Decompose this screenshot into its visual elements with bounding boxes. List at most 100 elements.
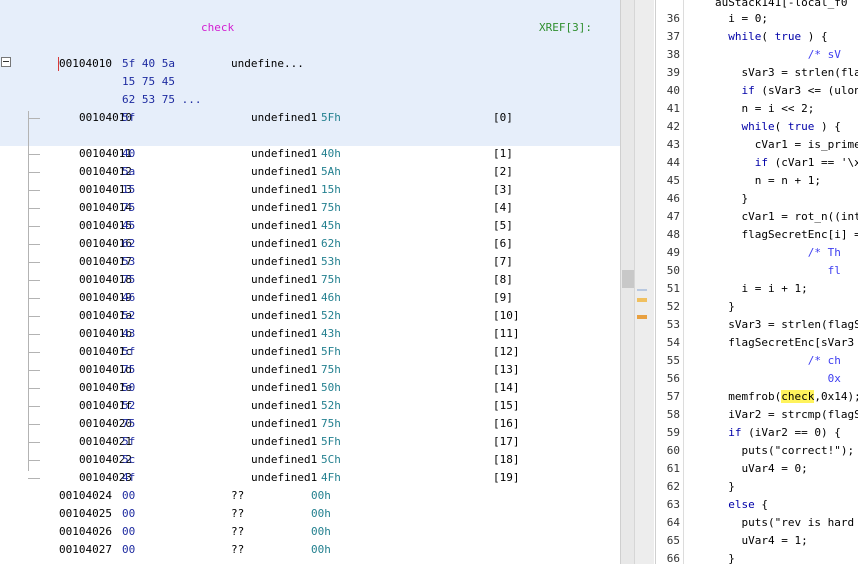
row-byte: 5f xyxy=(122,111,136,124)
code-line[interactable]: } xyxy=(715,300,735,314)
row-index: [6] xyxy=(493,237,513,250)
row-address[interactable]: 00104027 xyxy=(59,543,112,557)
row-byte: 5f xyxy=(122,435,136,448)
row-address[interactable]: 00104025 xyxy=(59,507,112,521)
overview-bar[interactable] xyxy=(634,0,654,564)
row-byte: 00 xyxy=(122,543,136,556)
code-line[interactable]: if (sVar3 <= (ulong xyxy=(715,84,858,98)
row-index: [14] xyxy=(493,381,520,394)
head-type[interactable]: undefine... xyxy=(231,57,304,71)
row-type: undefined1 xyxy=(251,453,318,466)
row-index: [2] xyxy=(493,165,513,178)
row-byte: 00 xyxy=(122,525,136,538)
line-number: 38 xyxy=(666,48,680,61)
row-byte: 75 xyxy=(122,417,136,430)
code-line[interactable]: } xyxy=(715,552,735,564)
listing-scrollbar[interactable] xyxy=(620,0,635,564)
code-line[interactable]: puts("rev is hard i xyxy=(715,516,858,530)
code-line[interactable]: i = 0; xyxy=(715,12,768,26)
row-type: undefined1 xyxy=(251,183,318,196)
xref-link[interactable]: XREF[3]: xyxy=(539,21,592,35)
code-line[interactable]: } xyxy=(715,192,748,206)
code-line[interactable]: n = n + 1; xyxy=(715,174,821,188)
head-address[interactable]: 00104010 xyxy=(59,57,112,71)
code-line[interactable]: n = i << 2; xyxy=(715,102,814,116)
code-line[interactable]: memfrob(check,0x14); xyxy=(715,390,858,404)
code-line[interactable]: i = i + 1; xyxy=(715,282,807,296)
row-byte: 5f xyxy=(122,345,136,358)
code-line[interactable]: 0x xyxy=(715,372,841,386)
head-bytes-2: 15 75 45 xyxy=(122,75,175,88)
row-value: 43h xyxy=(321,327,341,340)
listing-panel[interactable]: check XREF[3]: 00104010 5f 40 5a 15 75 4… xyxy=(0,0,620,564)
highlighted-token[interactable]: check xyxy=(781,390,815,403)
code-line[interactable]: /* Th xyxy=(715,246,841,260)
line-number: 66 xyxy=(666,552,680,564)
tree-tick xyxy=(28,244,40,245)
row-type: undefined1 xyxy=(251,147,318,160)
row-byte: 5c xyxy=(122,453,136,466)
decompiler-panel[interactable]: auStack141[-local_f0 36 i = 0; 37 while( … xyxy=(655,0,858,564)
row-type: undefined1 xyxy=(251,255,318,268)
line-number: 37 xyxy=(666,30,680,43)
code-line[interactable]: sVar3 = strlen(flag xyxy=(715,66,858,80)
code-line[interactable]: uVar4 = 0; xyxy=(715,462,807,476)
row-type: ?? xyxy=(231,543,245,556)
row-address[interactable]: 00104026 xyxy=(59,525,112,539)
line-number: 65 xyxy=(666,534,680,547)
code-line[interactable]: iVar2 = strcmp(flagSe xyxy=(715,408,858,422)
row-type: undefined1 xyxy=(251,381,318,394)
line-number: 47 xyxy=(666,210,680,223)
tree-tick xyxy=(28,154,40,155)
line-number: 44 xyxy=(666,156,680,169)
row-byte: 75 xyxy=(122,201,136,214)
code-line[interactable]: /* sV xyxy=(715,48,841,62)
code-line[interactable]: while( true ) { xyxy=(715,120,841,134)
row-value: 75h xyxy=(321,363,341,376)
label-check[interactable]: check xyxy=(201,21,234,35)
row-value: 52h xyxy=(321,309,341,322)
row-type: undefined1 xyxy=(251,201,318,214)
code-line[interactable]: /* ch xyxy=(715,354,841,368)
row-value: 5Fh xyxy=(321,435,341,448)
code-line[interactable]: flagSecretEnc[sVar3 + xyxy=(715,336,858,350)
row-type: undefined1 xyxy=(251,219,318,232)
row-value: 5Ch xyxy=(321,453,341,466)
row-value: 52h xyxy=(321,399,341,412)
tree-tick xyxy=(28,442,40,443)
scrollbar-thumb[interactable] xyxy=(622,270,634,288)
row-index: [0] xyxy=(493,111,513,124)
code-line[interactable]: } xyxy=(715,480,735,494)
collapse-toggle-icon[interactable] xyxy=(1,57,11,67)
code-line-partial: auStack141[-local_f0 xyxy=(715,0,848,9)
tree-tick xyxy=(28,226,40,227)
row-byte: 52 xyxy=(122,399,136,412)
code-line[interactable]: if (iVar2 == 0) { xyxy=(715,426,841,440)
code-line[interactable]: fl xyxy=(715,264,841,278)
code-line[interactable]: else { xyxy=(715,498,768,512)
row-byte: 46 xyxy=(122,291,136,304)
code-line[interactable]: cVar1 = rot_n((int) xyxy=(715,210,858,224)
row-byte: 00 xyxy=(122,507,136,520)
code-line[interactable]: if (cVar1 == '\x0 xyxy=(715,156,858,170)
code-line[interactable]: uVar4 = 1; xyxy=(715,534,807,548)
row-index: [11] xyxy=(493,327,520,340)
code-line[interactable]: while( true ) { xyxy=(715,30,827,44)
row-type: undefined1 xyxy=(251,165,318,178)
line-number: 62 xyxy=(666,480,680,493)
code-line[interactable]: sVar3 = strlen(flagSe xyxy=(715,318,858,332)
code-line[interactable]: flagSecretEnc[i] = xyxy=(715,228,858,242)
tree-tick xyxy=(28,406,40,407)
row-value: 46h xyxy=(321,291,341,304)
row-value: 75h xyxy=(321,417,341,430)
tree-tick xyxy=(28,118,40,119)
row-type: undefined1 xyxy=(251,417,318,430)
row-address[interactable]: 00104024 xyxy=(59,489,112,503)
row-value: 00h xyxy=(311,507,331,520)
row-value: 4Fh xyxy=(321,471,341,484)
line-number: 43 xyxy=(666,138,680,151)
code-line[interactable]: cVar1 = is_prime( xyxy=(715,138,858,152)
line-number: 64 xyxy=(666,516,680,529)
tree-tick xyxy=(28,262,40,263)
code-line[interactable]: puts("correct!"); xyxy=(715,444,854,458)
